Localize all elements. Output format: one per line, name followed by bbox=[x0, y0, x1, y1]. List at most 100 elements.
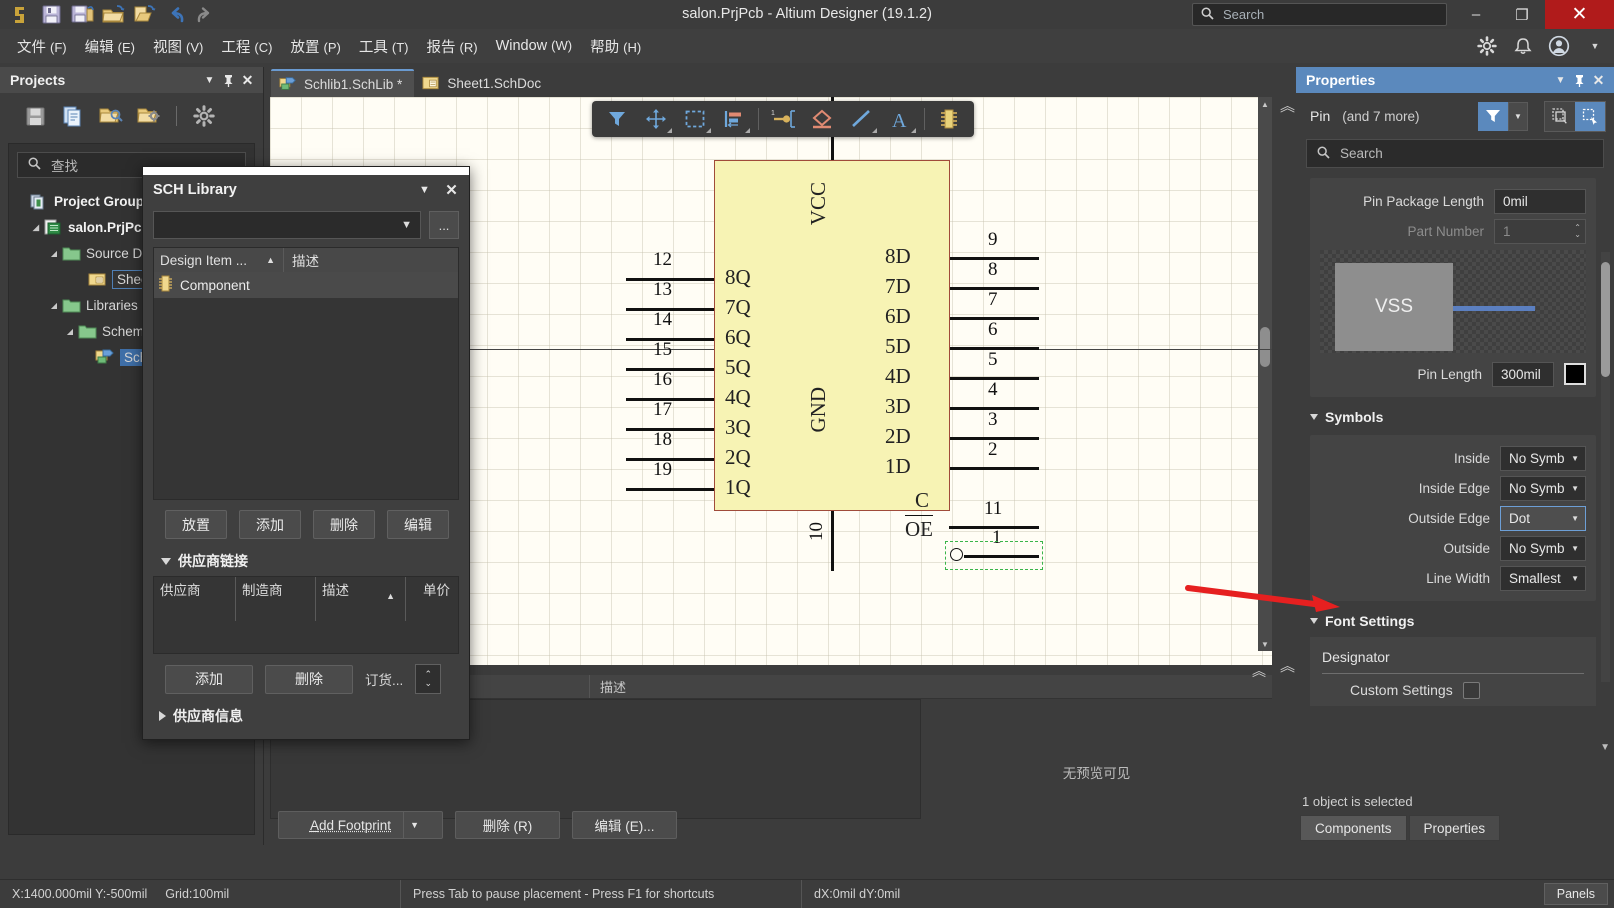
altium-logo-icon[interactable] bbox=[6, 2, 34, 28]
open-folder-icon[interactable] bbox=[99, 2, 127, 28]
close-icon[interactable]: ✕ bbox=[1589, 71, 1608, 90]
minimize-button[interactable]: – bbox=[1453, 0, 1499, 29]
menu-edit[interactable]: 编辑 (E) bbox=[76, 33, 144, 60]
funnel-icon[interactable] bbox=[1478, 102, 1508, 131]
chevron-down-icon[interactable]: ▼ bbox=[401, 219, 412, 231]
place-part-icon[interactable] bbox=[804, 104, 840, 134]
properties-scrollbar[interactable] bbox=[1601, 252, 1610, 682]
symbol-inside-select[interactable]: No Symb ▼ bbox=[1500, 446, 1586, 471]
col-manufacturer[interactable]: 制造商 bbox=[236, 577, 316, 621]
menu-file[interactable]: 文件 (F) bbox=[8, 33, 76, 60]
symbol-inside-edge-select[interactable]: No Symb ▼ bbox=[1500, 476, 1586, 501]
place-button[interactable]: 放置 bbox=[165, 510, 227, 539]
chevron-down-icon[interactable]: ▼ bbox=[1584, 35, 1606, 57]
col-sup-description[interactable]: 描述 ▲ bbox=[316, 577, 406, 621]
design-items-table[interactable]: Design Item ... ▲ 描述 Component bbox=[153, 247, 459, 500]
custom-settings-checkbox[interactable] bbox=[1463, 682, 1480, 699]
global-search-input[interactable]: Search bbox=[1192, 3, 1447, 26]
pin-icon[interactable] bbox=[1570, 71, 1589, 90]
user-account-icon[interactable] bbox=[1548, 35, 1570, 57]
redo-icon[interactable] bbox=[192, 2, 220, 28]
save-icon[interactable] bbox=[37, 2, 65, 28]
compile-icon[interactable] bbox=[60, 103, 86, 129]
menu-project[interactable]: 工程 (C) bbox=[212, 33, 281, 60]
tab-schlib1[interactable]: Schlib1.SchLib * bbox=[271, 69, 414, 97]
expand-chevrons-icon[interactable]: ︽ bbox=[1280, 95, 1295, 116]
supplier-delete-button[interactable]: 删除 bbox=[265, 665, 353, 694]
menu-tools[interactable]: 工具 (T) bbox=[350, 33, 418, 60]
move-icon[interactable] bbox=[638, 104, 674, 134]
pin-length-input[interactable]: 300mil bbox=[1492, 362, 1554, 387]
order-spinner[interactable]: ⌃ ⌄ bbox=[415, 664, 441, 694]
library-combo[interactable]: ▼ bbox=[153, 211, 421, 239]
chevron-down-icon[interactable]: ◢ bbox=[47, 301, 61, 310]
place-ic-icon[interactable] bbox=[931, 104, 967, 134]
delete-footprint-button[interactable]: 删除 (R) bbox=[455, 811, 560, 839]
filter-dropdown-button[interactable]: ▼ bbox=[1508, 102, 1528, 131]
edit-button[interactable]: 编辑 bbox=[387, 510, 449, 539]
collapse-chevrons-icon[interactable]: ︽ bbox=[1252, 661, 1266, 681]
col-unit-price[interactable]: 单价 bbox=[406, 577, 458, 621]
settings-gear-icon[interactable] bbox=[191, 103, 217, 129]
symbol-outside-edge-select[interactable]: Dot ▼ bbox=[1500, 506, 1586, 531]
panels-button[interactable]: Panels bbox=[1544, 883, 1608, 905]
library-browse-button[interactable]: ... bbox=[429, 211, 459, 239]
close-icon[interactable]: ✕ bbox=[442, 181, 461, 200]
maximize-button[interactable]: ❐ bbox=[1499, 0, 1545, 29]
chevron-down-icon[interactable]: ▼ bbox=[1600, 742, 1610, 753]
bell-icon[interactable] bbox=[1512, 35, 1534, 57]
supplier-links-section-header[interactable]: 供应商链接 bbox=[143, 539, 469, 576]
menu-view[interactable]: 视图 (V) bbox=[144, 33, 212, 60]
chevron-down-icon[interactable]: ◢ bbox=[63, 327, 77, 336]
collapse-chevrons-icon[interactable]: ︽ bbox=[1280, 655, 1295, 676]
col-supplier[interactable]: 供应商 bbox=[154, 577, 236, 621]
delete-button[interactable]: 删除 bbox=[313, 510, 375, 539]
gear-icon[interactable] bbox=[1476, 35, 1498, 57]
order-label[interactable]: 订货... bbox=[365, 669, 403, 689]
tab-sheet1[interactable]: Sheet1.SchDoc bbox=[414, 69, 553, 97]
save-all-icon[interactable] bbox=[68, 2, 96, 28]
chevron-down-icon[interactable]: ◢ bbox=[29, 223, 43, 232]
menu-place[interactable]: 放置 (P) bbox=[281, 33, 349, 60]
supplier-add-button[interactable]: 添加 bbox=[165, 665, 253, 694]
design-item-row[interactable]: Component bbox=[154, 272, 458, 298]
supplier-info-section-header[interactable]: 供应商信息 bbox=[143, 694, 469, 731]
edit-footprint-button[interactable]: 编辑 (E)... bbox=[572, 811, 677, 839]
supplier-links-table[interactable]: 供应商 制造商 描述 ▲ 单价 bbox=[153, 576, 459, 654]
symbols-section-header[interactable]: Symbols bbox=[1310, 409, 1614, 425]
pin-icon[interactable] bbox=[219, 71, 238, 90]
tab-properties[interactable]: Properties bbox=[1409, 815, 1501, 841]
select-all-icon[interactable] bbox=[1545, 102, 1575, 131]
add-footprint-button[interactable]: Add Footprint ▼ bbox=[278, 811, 443, 839]
chevron-down-icon[interactable]: ▼ bbox=[403, 812, 425, 838]
place-text-icon[interactable]: A bbox=[882, 104, 918, 134]
canvas-vertical-scrollbar[interactable]: ▲ ▼ bbox=[1258, 97, 1272, 651]
collapse-icon[interactable]: ▼ bbox=[200, 71, 219, 90]
scroll-thumb[interactable] bbox=[1601, 262, 1610, 377]
align-icon[interactable] bbox=[716, 104, 752, 134]
menu-reports[interactable]: 报告 (R) bbox=[417, 33, 486, 60]
undo-icon[interactable] bbox=[161, 2, 189, 28]
pin-package-length-input[interactable]: 0mil bbox=[1494, 189, 1586, 214]
chevron-down-icon[interactable]: ▼ bbox=[1258, 637, 1272, 651]
properties-search-input[interactable]: Search bbox=[1306, 139, 1604, 168]
save-icon[interactable] bbox=[22, 103, 48, 129]
collapse-icon[interactable]: ▼ bbox=[415, 181, 434, 200]
tab-components[interactable]: Components bbox=[1300, 815, 1407, 841]
chevron-down-icon[interactable]: ◢ bbox=[47, 249, 61, 258]
close-icon[interactable]: ✕ bbox=[238, 71, 257, 90]
chevron-up-icon[interactable]: ▲ bbox=[1258, 97, 1272, 111]
scroll-thumb[interactable] bbox=[1260, 327, 1270, 367]
project-options-icon[interactable] bbox=[136, 103, 162, 129]
symbol-line-width-select[interactable]: Smallest ▼ bbox=[1500, 566, 1586, 591]
open-project-icon[interactable] bbox=[130, 2, 158, 28]
sch-library-dialog[interactable]: SCH Library ▼ ✕ ▼ ... Design Item ... ▲ … bbox=[142, 166, 470, 740]
filter-icon[interactable] bbox=[599, 104, 635, 134]
spinner-icon[interactable]: ⌃ ⌄ bbox=[1574, 224, 1581, 238]
add-button[interactable]: 添加 bbox=[239, 510, 301, 539]
pin-color-swatch[interactable] bbox=[1564, 363, 1586, 385]
collapse-icon[interactable]: ▼ bbox=[1551, 71, 1570, 90]
open-project-icon[interactable] bbox=[98, 103, 124, 129]
close-button[interactable]: ✕ bbox=[1545, 0, 1614, 29]
menu-window[interactable]: Window (W) bbox=[487, 35, 582, 57]
